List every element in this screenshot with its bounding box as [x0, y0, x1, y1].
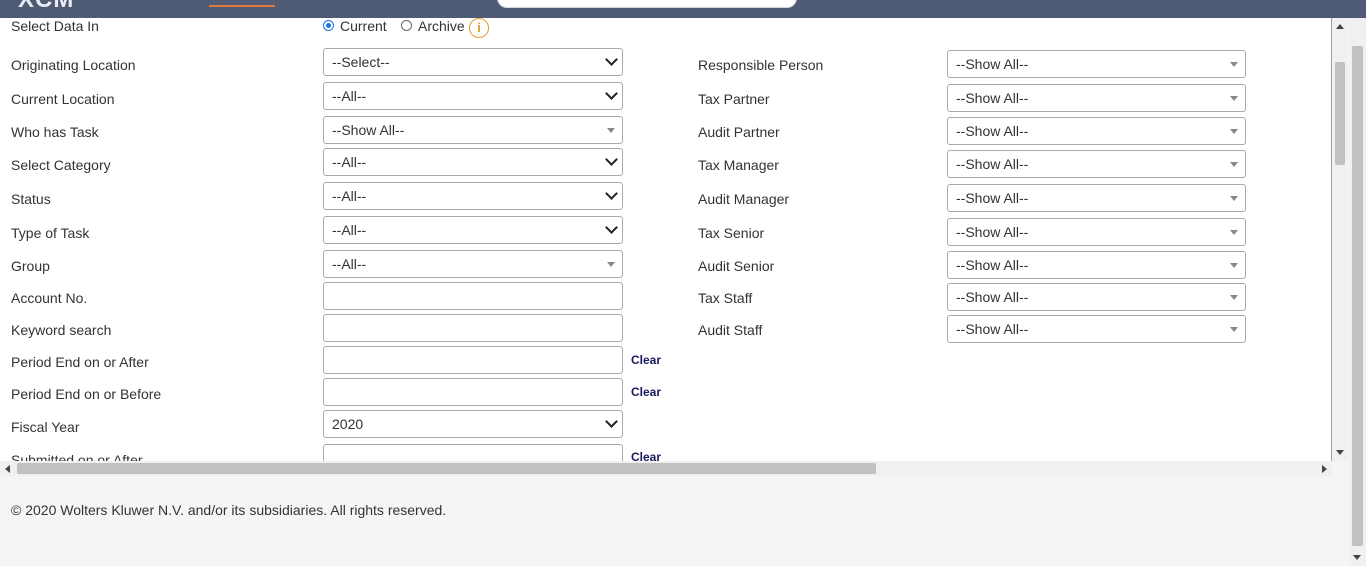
dropdown-arrow-icon — [1230, 96, 1238, 101]
group-label: Group — [11, 258, 50, 274]
radio-current-label[interactable]: Current — [340, 18, 387, 34]
tax-staff-label: Tax Staff — [698, 290, 753, 306]
responsible-person-combo[interactable]: --Show All-- — [947, 50, 1246, 78]
top-nav-bar: XCM — [0, 0, 1366, 18]
chevron-down-icon — [605, 53, 618, 66]
audit-manager-label: Audit Manager — [698, 191, 790, 207]
dropdown-arrow-icon — [607, 262, 615, 267]
radio-current[interactable] — [323, 20, 334, 31]
tax-senior-label: Tax Senior — [698, 225, 765, 241]
keyword-search-label: Keyword search — [11, 322, 112, 338]
chevron-down-icon — [605, 153, 618, 166]
current-location-label: Current Location — [11, 91, 115, 107]
chevron-down-icon — [605, 415, 618, 428]
dropdown-arrow-icon — [1230, 129, 1238, 134]
who-has-task-label: Who has Task — [11, 124, 99, 140]
app-logo: XCM — [18, 0, 74, 14]
account-no-label: Account No. — [11, 290, 88, 306]
clear-period-end-after-link[interactable]: Clear — [631, 353, 661, 367]
radio-archive[interactable] — [401, 20, 412, 31]
audit-staff-combo[interactable]: --Show All-- — [947, 315, 1246, 343]
period-end-after-input[interactable] — [323, 346, 623, 374]
tax-manager-combo[interactable]: --Show All-- — [947, 150, 1246, 178]
dropdown-arrow-icon — [1230, 162, 1238, 167]
audit-partner-label: Audit Partner — [698, 124, 780, 140]
audit-manager-combo[interactable]: --Show All-- — [947, 184, 1246, 212]
select-category-label: Select Category — [11, 157, 111, 173]
info-icon[interactable]: i — [469, 18, 489, 38]
dropdown-arrow-icon — [1230, 327, 1238, 332]
submitted-after-label: Submitted on or After — [11, 452, 143, 461]
radio-archive-label[interactable]: Archive — [418, 18, 465, 34]
scroll-down-arrow-icon[interactable] — [1336, 450, 1344, 455]
responsible-person-label: Responsible Person — [698, 57, 824, 73]
submitted-after-input[interactable] — [323, 444, 623, 461]
select-category-select[interactable]: --All-- — [323, 148, 623, 176]
originating-location-label: Originating Location — [11, 57, 136, 73]
account-no-input[interactable] — [323, 282, 623, 310]
audit-partner-combo[interactable]: --Show All-- — [947, 117, 1246, 145]
fiscal-year-label: Fiscal Year — [11, 419, 80, 435]
chevron-down-icon — [605, 87, 618, 100]
dropdown-arrow-icon — [1230, 62, 1238, 67]
dropdown-arrow-icon — [1230, 295, 1238, 300]
period-end-before-label: Period End on or Before — [11, 386, 162, 402]
period-end-before-input[interactable] — [323, 378, 623, 406]
panel-horizontal-scrollbar[interactable] — [0, 461, 1332, 476]
type-of-task-label: Type of Task — [11, 225, 90, 241]
period-end-after-label: Period End on or After — [11, 354, 149, 370]
fiscal-year-select[interactable]: 2020 — [323, 410, 623, 438]
page-scroll-down-arrow-icon[interactable] — [1353, 555, 1361, 560]
group-combo[interactable]: --All-- — [323, 250, 623, 278]
dropdown-arrow-icon — [1230, 230, 1238, 235]
tax-manager-label: Tax Manager — [698, 157, 779, 173]
who-has-task-combo[interactable]: --Show All-- — [323, 116, 623, 144]
dropdown-arrow-icon — [607, 128, 615, 133]
panel-vertical-scroll-thumb[interactable] — [1335, 62, 1345, 165]
clear-submitted-after-link[interactable]: Clear — [631, 450, 661, 461]
audit-senior-label: Audit Senior — [698, 258, 775, 274]
tax-partner-combo[interactable]: --Show All-- — [947, 84, 1246, 112]
panel-vertical-scrollbar[interactable] — [1332, 18, 1348, 461]
audit-senior-combo[interactable]: --Show All-- — [947, 251, 1246, 279]
page-vertical-scrollbar[interactable] — [1349, 18, 1366, 566]
audit-staff-label: Audit Staff — [698, 322, 763, 338]
originating-location-select[interactable]: --Select-- — [323, 48, 623, 76]
status-select[interactable]: --All-- — [323, 182, 623, 210]
current-location-select[interactable]: --All-- — [323, 82, 623, 110]
panel-horizontal-scroll-thumb[interactable] — [17, 463, 876, 474]
chevron-down-icon — [605, 187, 618, 200]
footer-copyright: © 2020 Wolters Kluwer N.V. and/or its su… — [11, 502, 447, 518]
tax-staff-combo[interactable]: --Show All-- — [947, 283, 1246, 311]
tax-senior-combo[interactable]: --Show All-- — [947, 218, 1246, 246]
scroll-right-arrow-icon[interactable] — [1322, 465, 1327, 473]
global-search-box[interactable] — [497, 0, 797, 8]
keyword-search-input[interactable] — [323, 314, 623, 342]
scroll-up-arrow-icon[interactable] — [1336, 24, 1344, 29]
tax-partner-label: Tax Partner — [698, 91, 770, 107]
dropdown-arrow-icon — [1230, 196, 1238, 201]
clear-period-end-before-link[interactable]: Clear — [631, 385, 661, 399]
select-data-in-label: Select Data In — [11, 18, 99, 34]
search-criteria-panel: Select Data In Current Archive i Origina… — [0, 18, 1332, 461]
page-vertical-scroll-thumb[interactable] — [1352, 46, 1363, 546]
active-tab-indicator — [209, 5, 275, 7]
scroll-left-arrow-icon[interactable] — [5, 465, 10, 473]
dropdown-arrow-icon — [1230, 263, 1238, 268]
status-label: Status — [11, 191, 51, 207]
chevron-down-icon — [605, 221, 618, 234]
type-of-task-select[interactable]: --All-- — [323, 216, 623, 244]
